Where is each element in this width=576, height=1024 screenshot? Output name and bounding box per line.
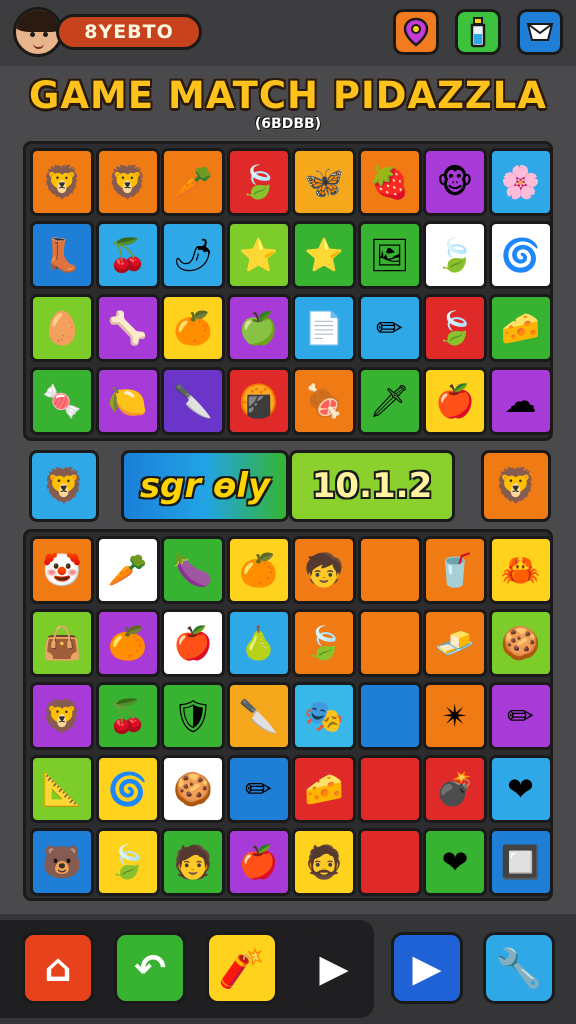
cheese-icon[interactable]: 🧀: [292, 755, 356, 823]
face-icon[interactable]: 🧒: [292, 536, 356, 604]
orange-icon[interactable]: 🍊: [161, 294, 225, 362]
leaf-icon[interactable]: 🍃: [423, 221, 487, 289]
pencil-icon[interactable]: ✏: [226, 755, 291, 823]
mail-icon[interactable]: [517, 9, 563, 55]
undo-icon[interactable]: ↶: [114, 932, 186, 1004]
knife-icon[interactable]: 🔪: [226, 682, 291, 750]
score-display: 10.1.2: [289, 450, 455, 522]
leaf-icon[interactable]: 🍃: [292, 609, 356, 677]
top-bar: 8YEBTO: [0, 0, 576, 66]
pencil-icon[interactable]: ✏: [488, 682, 553, 750]
lion-icon[interactable]: 🦁: [29, 450, 99, 522]
blank-icon[interactable]: [357, 682, 422, 750]
pear-icon[interactable]: 🍐: [226, 609, 291, 677]
cup-icon[interactable]: 🥤: [423, 536, 487, 604]
wrench-icon[interactable]: 🔧: [483, 932, 555, 1004]
butter-icon[interactable]: 🧈: [423, 609, 487, 677]
spiral-icon[interactable]: 🌀: [95, 755, 160, 823]
knife-icon[interactable]: 🔪: [161, 367, 225, 435]
blank-icon[interactable]: [357, 536, 422, 604]
egg-icon[interactable]: 🥚: [30, 294, 94, 362]
lion-icon[interactable]: 🦁: [95, 148, 160, 216]
leaf-icon[interactable]: 🍃: [423, 294, 487, 362]
face-icon[interactable]: 🧔: [292, 828, 356, 896]
bonus-label: sgr ѳly: [121, 450, 289, 522]
boot-icon[interactable]: 👢: [30, 221, 94, 289]
star-icon[interactable]: ⭐: [292, 221, 356, 289]
bomb-icon[interactable]: 🧨: [206, 932, 278, 1004]
player-name[interactable]: 8YEBTO: [56, 14, 202, 50]
potion-icon[interactable]: [455, 9, 501, 55]
blank-icon[interactable]: [357, 755, 422, 823]
heart-icon[interactable]: ❤: [488, 755, 553, 823]
cheese-icon[interactable]: 🧀: [488, 294, 553, 362]
candy-icon[interactable]: 🍬: [30, 367, 94, 435]
starfish-icon[interactable]: 🦀: [488, 536, 553, 604]
game-title: GAME MATCH PIDAZZLA: [29, 74, 547, 117]
monkey-icon[interactable]: 🐵: [423, 148, 487, 216]
pepper-icon[interactable]: 🌶: [161, 221, 225, 289]
frame-icon[interactable]: 🔲: [488, 828, 553, 896]
paper-icon[interactable]: 📄: [292, 294, 356, 362]
strawberry-icon[interactable]: 🍓: [357, 148, 422, 216]
play-icon[interactable]: ▶: [391, 932, 463, 1004]
apple-icon[interactable]: 🍎: [226, 828, 291, 896]
lion-icon[interactable]: 🦁: [30, 148, 94, 216]
bear-icon[interactable]: 🐻: [30, 828, 94, 896]
cracker-icon[interactable]: 🍘: [226, 367, 291, 435]
cookie-icon[interactable]: 🍪: [161, 755, 225, 823]
cherry-icon[interactable]: 🍒: [95, 682, 160, 750]
meat-icon[interactable]: 🍖: [292, 367, 356, 435]
bottom-toolbar: ⌂ ↶ 🧨 ▶ ▶ 🔧: [0, 914, 576, 1024]
map-pin-icon[interactable]: [393, 9, 439, 55]
leaf-icon[interactable]: 🍃: [95, 828, 160, 896]
cloud-icon[interactable]: ☁: [488, 367, 553, 435]
mask-icon[interactable]: 🎭: [292, 682, 356, 750]
bone-icon[interactable]: 🦴: [95, 294, 160, 362]
game-board-bottom: 🤡 🥕 🍆 🍊 🧒 🥤 🦀 👜 🍊 🍎 🍐 🍃 🧈 🍪 🦁 🍒 🛡 🔪 🎭 ✴ ✏ 📐 🌀 🍪 ✏ 🧀 💣 ❤ 🐻 🍃 🧑 🍎 🧔 ❤ 🔲: [23, 529, 553, 901]
play-icon[interactable]: ▶: [298, 932, 370, 1004]
carrot-icon[interactable]: 🥕: [95, 536, 160, 604]
star-icon[interactable]: ⭐: [226, 221, 291, 289]
butterfly-icon[interactable]: 🦋: [292, 148, 356, 216]
orange-icon[interactable]: 🍊: [95, 609, 160, 677]
sword-icon[interactable]: 🗡: [357, 367, 422, 435]
heart-icon[interactable]: ❤: [423, 828, 487, 896]
blank-icon[interactable]: [357, 609, 422, 677]
leaf-icon[interactable]: 🍃: [226, 148, 291, 216]
apple-icon[interactable]: 🍎: [423, 367, 487, 435]
carrot-icon[interactable]: 🥕: [161, 148, 225, 216]
triangle-icon[interactable]: 📐: [30, 755, 94, 823]
starfish-icon[interactable]: ✴: [423, 682, 487, 750]
flower-icon[interactable]: 🌸: [488, 148, 553, 216]
face-icon[interactable]: 🧑: [161, 828, 225, 896]
clown-icon[interactable]: 🤡: [30, 536, 94, 604]
shield-icon[interactable]: 🛡: [161, 682, 225, 750]
cookie-icon[interactable]: 🍪: [488, 609, 553, 677]
cherry-icon[interactable]: 🍒: [95, 221, 160, 289]
blank-icon[interactable]: [357, 828, 422, 896]
spiral-icon[interactable]: 🌀: [488, 221, 553, 289]
eggplant-icon[interactable]: 🍆: [161, 536, 225, 604]
orange-icon[interactable]: 🍊: [226, 536, 291, 604]
lemon-icon[interactable]: 🍋: [95, 367, 160, 435]
apple-icon[interactable]: 🍎: [161, 609, 225, 677]
game-subtitle: (6BDBB): [254, 116, 322, 132]
bomb-icon[interactable]: 💣: [423, 755, 487, 823]
apple-icon[interactable]: 🍏: [226, 294, 291, 362]
game-board-top: 🦁 🦁 🥕 🍃 🦋 🍓 🐵 🌸 👢 🍒 🌶 ⭐ ⭐ 🖼 🍃 🌀 🥚 🦴 🍊 🍏 📄 ✏ 🍃 🧀 🍬 🍋 🔪 🍘 🍖 🗡 🍎 ☁: [23, 141, 553, 441]
lion-icon[interactable]: 🦁: [481, 450, 551, 522]
picture-icon[interactable]: 🖼: [357, 221, 422, 289]
lion-icon[interactable]: 🦁: [30, 682, 94, 750]
home-icon[interactable]: ⌂: [22, 932, 94, 1004]
status-row: 🦁 sgr ѳly 10.1.2 🦁: [0, 444, 576, 528]
bag-icon[interactable]: 👜: [30, 609, 94, 677]
pencil-icon[interactable]: ✏: [357, 294, 422, 362]
